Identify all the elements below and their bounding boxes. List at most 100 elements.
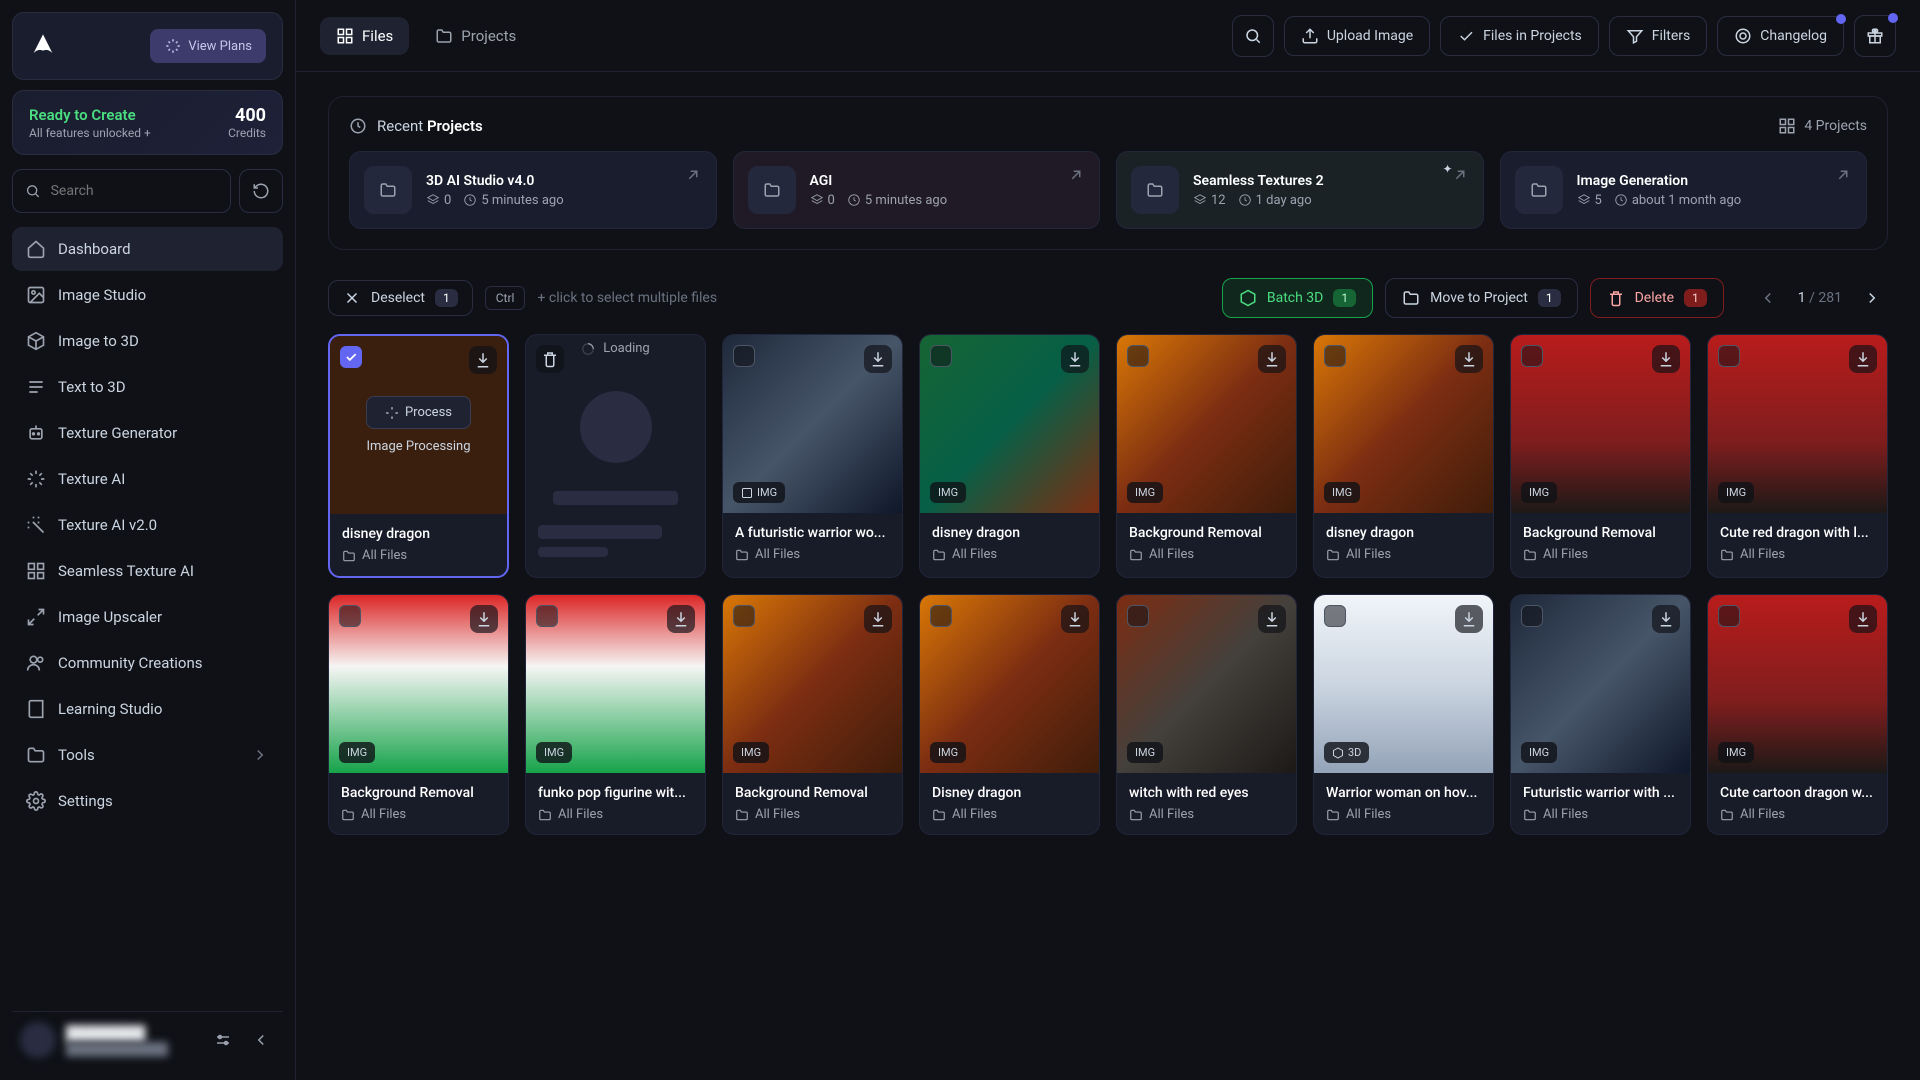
- avatar[interactable]: [20, 1022, 56, 1058]
- file-card[interactable]: IMGA futuristic warrior wo...All Files: [722, 334, 903, 578]
- project-card[interactable]: Image Generation5about 1 month ago: [1500, 151, 1868, 229]
- nav-dashboard[interactable]: Dashboard: [12, 227, 283, 271]
- select-checkbox[interactable]: [536, 605, 558, 627]
- nav-learning[interactable]: Learning Studio: [12, 687, 283, 731]
- file-card[interactable]: IMGFuturistic warrior with ...All Files: [1510, 594, 1691, 835]
- select-checkbox[interactable]: [1324, 605, 1346, 627]
- file-card[interactable]: IMGBackground RemovalAll Files: [722, 594, 903, 835]
- select-checkbox[interactable]: [930, 345, 952, 367]
- download-icon: [1263, 350, 1281, 368]
- move-to-project-button[interactable]: Move to Project 1: [1385, 278, 1577, 318]
- select-checkbox[interactable]: [930, 605, 952, 627]
- download-button[interactable]: [667, 605, 695, 633]
- loading-chip: Loading: [569, 335, 661, 362]
- file-card[interactable]: IMGfunko pop figurine wit...All Files: [525, 594, 706, 835]
- nav-upscaler[interactable]: Image Upscaler: [12, 595, 283, 639]
- search-input[interactable]: [51, 183, 218, 199]
- collapse-sidebar-button[interactable]: [247, 1026, 275, 1054]
- select-checkbox[interactable]: [733, 345, 755, 367]
- nav-texture-ai-v2[interactable]: Texture AI v2.0: [12, 503, 283, 547]
- page-indicator: 1 / 281: [1798, 290, 1842, 306]
- file-card[interactable]: 3DWarrior woman on hov...All Files: [1313, 594, 1494, 835]
- nav-image-studio[interactable]: Image Studio: [12, 273, 283, 317]
- select-checkbox[interactable]: [1324, 345, 1346, 367]
- download-button[interactable]: [469, 346, 497, 374]
- select-checkbox[interactable]: [339, 605, 361, 627]
- file-card[interactable]: Process Image Processing disney dragonAl…: [328, 334, 509, 578]
- folder-icon: [932, 548, 946, 562]
- next-page-button[interactable]: [1856, 282, 1888, 314]
- download-button[interactable]: [470, 605, 498, 633]
- search-box[interactable]: [12, 169, 231, 213]
- select-checkbox[interactable]: [1521, 605, 1543, 627]
- select-checkbox[interactable]: [1718, 605, 1740, 627]
- download-button[interactable]: [1258, 605, 1286, 633]
- select-checkbox[interactable]: [1127, 605, 1149, 627]
- search-button[interactable]: [1232, 15, 1274, 57]
- nav-texture-gen[interactable]: Texture Generator: [12, 411, 283, 455]
- nav-image-to-3d[interactable]: Image to 3D: [12, 319, 283, 363]
- download-button[interactable]: [1455, 345, 1483, 373]
- grid-icon: [336, 27, 354, 45]
- select-checkbox[interactable]: [1718, 345, 1740, 367]
- nav-texture-ai[interactable]: Texture AI: [12, 457, 283, 501]
- file-card[interactable]: IMGdisney dragonAll Files: [919, 334, 1100, 578]
- process-button[interactable]: Process: [366, 396, 471, 429]
- download-button[interactable]: [1652, 605, 1680, 633]
- file-card[interactable]: IMGwitch with red eyesAll Files: [1116, 594, 1297, 835]
- file-card[interactable]: IMGBackground RemovalAll Files: [1116, 334, 1297, 578]
- upload-button[interactable]: Upload Image: [1284, 16, 1430, 56]
- download-button[interactable]: [1652, 345, 1680, 373]
- select-checkbox[interactable]: [1521, 345, 1543, 367]
- download-button[interactable]: [1849, 605, 1877, 633]
- tab-files[interactable]: Files: [320, 17, 409, 55]
- select-checkbox[interactable]: [1127, 345, 1149, 367]
- project-card[interactable]: AGI05 minutes ago: [733, 151, 1101, 229]
- download-button[interactable]: [864, 345, 892, 373]
- file-card[interactable]: IMGCute cartoon dragon w...All Files: [1707, 594, 1888, 835]
- folder-icon: [342, 549, 356, 563]
- nav-seamless[interactable]: Seamless Texture AI: [12, 549, 283, 593]
- nav-label: Texture AI v2.0: [58, 516, 157, 534]
- nav-tools[interactable]: Tools: [12, 733, 283, 777]
- prev-page-button[interactable]: [1752, 282, 1784, 314]
- nav-community[interactable]: Community Creations: [12, 641, 283, 685]
- download-button[interactable]: [1849, 345, 1877, 373]
- download-button[interactable]: [1258, 345, 1286, 373]
- download-icon: [474, 351, 492, 369]
- select-checkbox[interactable]: [733, 605, 755, 627]
- changelog-button[interactable]: Changelog: [1717, 16, 1844, 56]
- sliders-button[interactable]: [209, 1026, 237, 1054]
- deselect-button[interactable]: Deselect 1: [328, 280, 473, 316]
- batch-3d-button[interactable]: Batch 3D 1: [1222, 278, 1373, 318]
- robot-icon: [26, 423, 46, 443]
- file-location: All Files: [735, 547, 890, 562]
- file-card-loading[interactable]: Loading: [525, 334, 706, 578]
- project-card[interactable]: 3D AI Studio v4.005 minutes ago: [349, 151, 717, 229]
- type-badge: IMG: [733, 742, 769, 763]
- nav-label: Seamless Texture AI: [58, 562, 194, 580]
- tab-projects[interactable]: Projects: [419, 17, 532, 55]
- download-button[interactable]: [1061, 345, 1089, 373]
- file-card[interactable]: IMGDisney dragonAll Files: [919, 594, 1100, 835]
- delete-button[interactable]: Delete 1: [1590, 278, 1724, 318]
- delete-card-button[interactable]: [536, 345, 564, 373]
- refresh-button[interactable]: [239, 169, 283, 213]
- file-card[interactable]: IMGCute red dragon with l...All Files: [1707, 334, 1888, 578]
- gift-button[interactable]: [1854, 15, 1896, 57]
- file-card[interactable]: IMGBackground RemovalAll Files: [1510, 334, 1691, 578]
- text-icon: [26, 377, 46, 397]
- view-plans-button[interactable]: View Plans: [150, 29, 266, 63]
- project-card[interactable]: ✦ Seamless Textures 2121 day ago: [1116, 151, 1484, 229]
- file-title: disney dragon: [932, 525, 1087, 541]
- select-checkbox[interactable]: [340, 346, 362, 368]
- file-card[interactable]: IMGBackground RemovalAll Files: [328, 594, 509, 835]
- nav-settings[interactable]: Settings: [12, 779, 283, 823]
- file-card[interactable]: IMGdisney dragonAll Files: [1313, 334, 1494, 578]
- download-button[interactable]: [864, 605, 892, 633]
- files-in-projects-toggle[interactable]: Files in Projects: [1440, 16, 1599, 56]
- download-button[interactable]: [1455, 605, 1483, 633]
- nav-text-to-3d[interactable]: Text to 3D: [12, 365, 283, 409]
- filters-button[interactable]: Filters: [1609, 16, 1708, 56]
- download-button[interactable]: [1061, 605, 1089, 633]
